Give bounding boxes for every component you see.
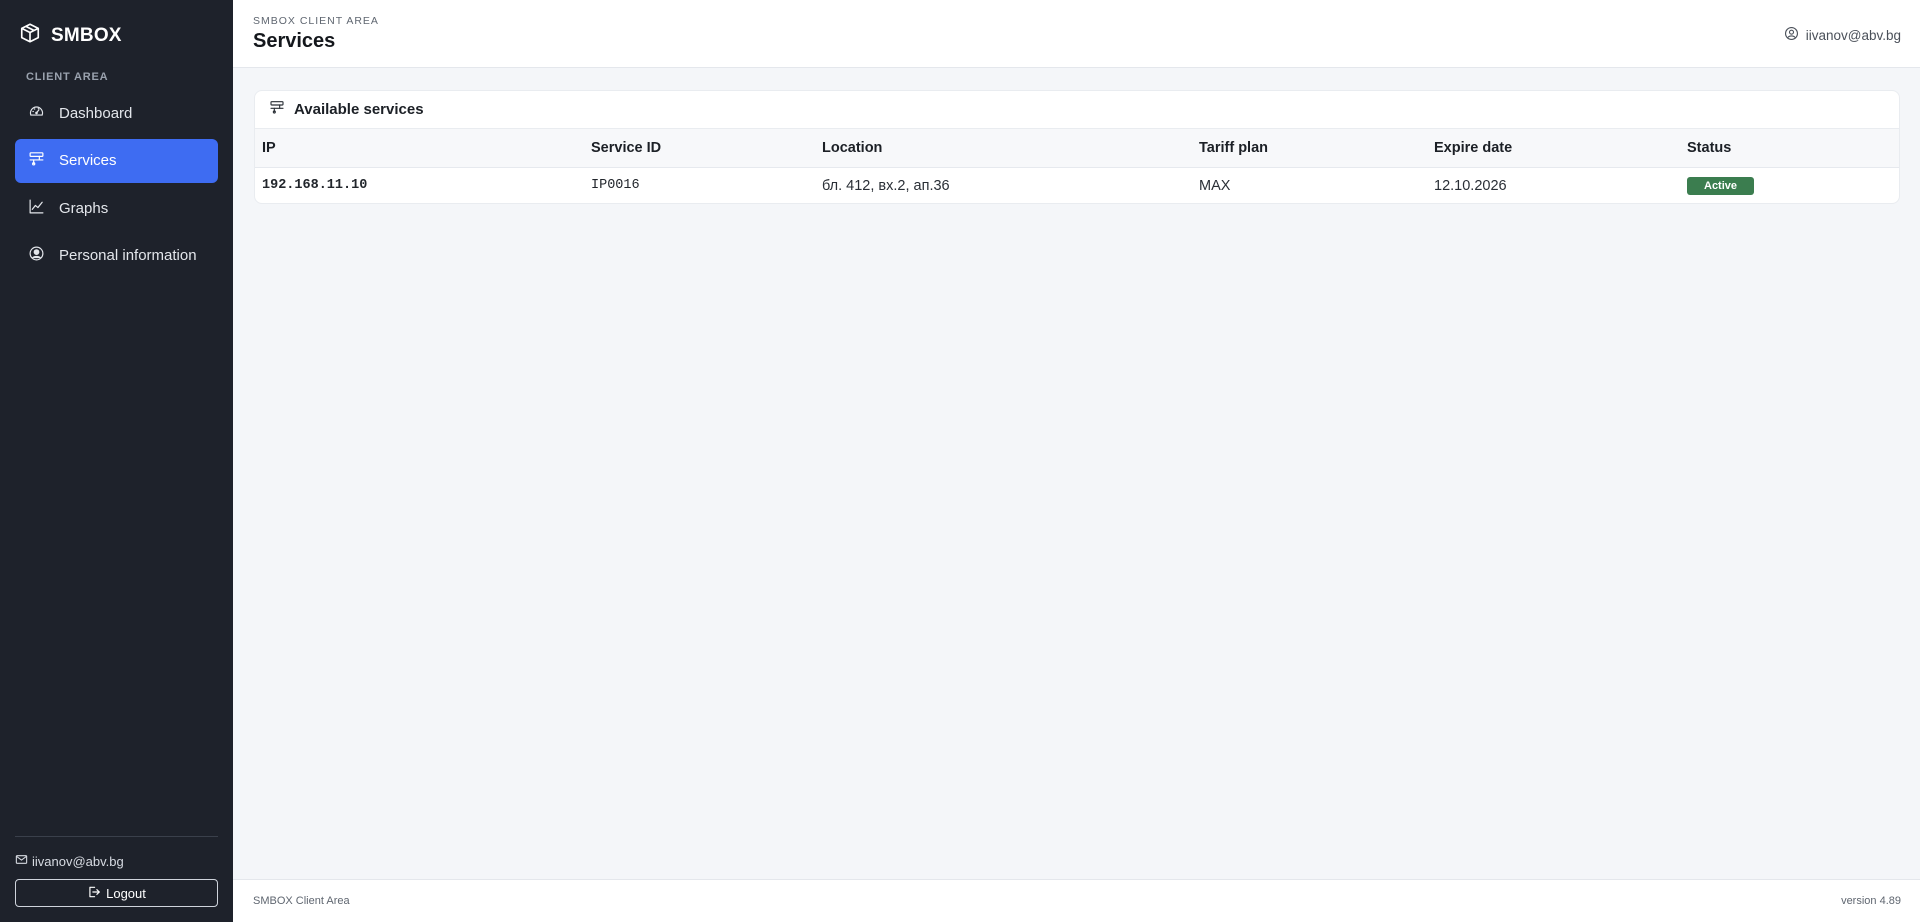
sliders-icon	[28, 150, 45, 171]
cube-icon	[19, 22, 41, 49]
sidebar-item-label: Graphs	[59, 199, 109, 217]
footer-version: version 4.89	[1841, 895, 1901, 907]
card-header: Available services	[255, 91, 1899, 129]
brand[interactable]: SMBOX	[19, 22, 122, 49]
footer: SMBOX Client Area version 4.89	[233, 879, 1920, 922]
sidebar-nav: Dashboard Services Graphs Personal infor…	[15, 91, 218, 281]
status-badge: Active	[1687, 176, 1755, 195]
cell-tariff-plan: MAX	[1199, 177, 1231, 194]
logout-label: Logout	[106, 885, 146, 901]
sidebar-item-label: Personal information	[59, 247, 197, 264]
cell-location: бл. 412, вх.2, ап.36	[822, 177, 950, 194]
column-header-status[interactable]: Status	[1680, 129, 1899, 167]
services-card: Available services IP Service ID Locatio…	[254, 90, 1900, 204]
top-header: SMBOX CLIENT AREA Services iivanov@abv.b…	[233, 0, 1920, 68]
sidebar-user-email: iivanov@abv.bg	[15, 853, 124, 869]
logout-button[interactable]: Logout	[15, 879, 218, 907]
sliders-icon	[269, 99, 285, 120]
envelope-icon	[15, 853, 28, 869]
sidebar-item-dashboard[interactable]: Dashboard	[15, 91, 218, 135]
footer-app-name: SMBOX Client Area	[253, 895, 350, 907]
speedometer-icon	[28, 103, 45, 124]
sidebar-item-graphs[interactable]: Graphs	[15, 186, 218, 230]
column-header-tariff-plan[interactable]: Tariff plan	[1192, 129, 1427, 167]
column-header-expire-date[interactable]: Expire date	[1427, 129, 1680, 167]
cell-service-id: IP0016	[591, 178, 640, 194]
table-header-row: IP Service ID Location Tariff plan Expir…	[255, 129, 1899, 167]
table-row[interactable]: 192.168.11.10 IP0016 бл. 412, вх.2, ап.3…	[255, 167, 1899, 203]
sidebar: SMBOX CLIENT AREA Dashboard Services Gra…	[0, 0, 233, 922]
sidebar-item-services[interactable]: Services	[15, 138, 218, 183]
user-menu[interactable]: iivanov@abv.bg	[1784, 26, 1901, 44]
user-circle-icon	[1784, 26, 1799, 44]
user-circle-icon	[28, 245, 45, 266]
sidebar-item-label: Dashboard	[59, 104, 133, 122]
header-user-email: iivanov@abv.bg	[1805, 27, 1901, 43]
sidebar-divider	[15, 836, 218, 837]
breadcrumb: SMBOX CLIENT AREA	[253, 15, 379, 27]
sidebar-item-personal-information[interactable]: Personal information	[15, 234, 218, 278]
nav-section-label: CLIENT AREA	[26, 71, 109, 83]
line-chart-icon	[28, 198, 45, 219]
card-title: Available services	[294, 101, 424, 118]
sidebar-email-text: iivanov@abv.bg	[32, 853, 124, 869]
brand-name: SMBOX	[51, 24, 122, 46]
column-header-service-id[interactable]: Service ID	[584, 129, 815, 167]
sidebar-item-label: Services	[59, 152, 117, 169]
services-table: IP Service ID Location Tariff plan Expir…	[255, 129, 1899, 203]
column-header-ip[interactable]: IP	[255, 129, 584, 167]
cell-status: Active	[1680, 167, 1899, 203]
logout-icon	[87, 885, 101, 902]
cell-ip: 192.168.11.10	[262, 178, 368, 194]
cell-expire-date: 12.10.2026	[1434, 177, 1507, 194]
page-title: Services	[253, 30, 336, 52]
column-header-location[interactable]: Location	[815, 129, 1192, 167]
